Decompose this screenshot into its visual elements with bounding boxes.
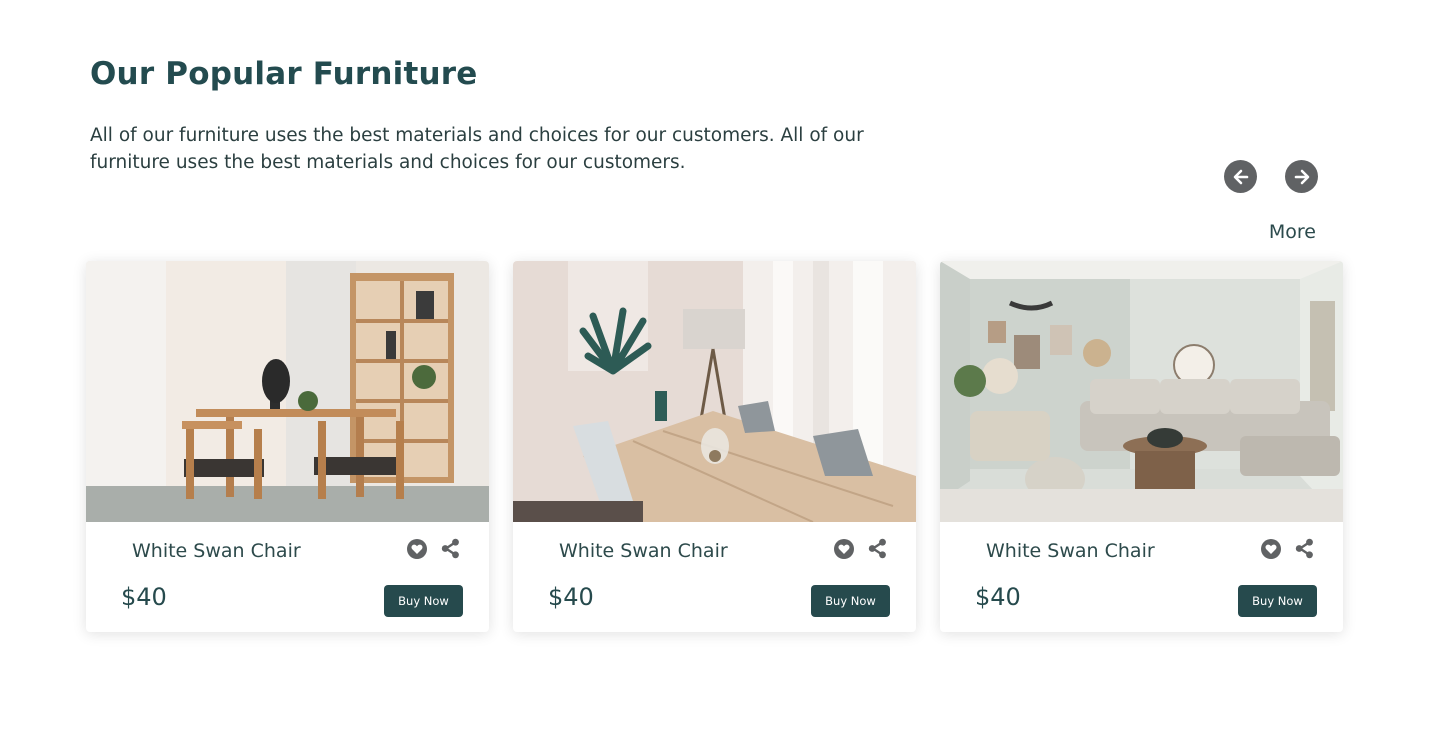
carousel-next-button[interactable]: [1285, 160, 1318, 193]
more-link[interactable]: More: [1269, 221, 1316, 243]
arrow-left-icon: [1233, 169, 1248, 184]
product-card: White Swan Chair $40 Buy Now: [86, 261, 489, 632]
product-card: White Swan Chair $40 Buy Now: [513, 261, 916, 632]
product-name: White Swan Chair: [559, 540, 728, 562]
heart-icon[interactable]: [834, 539, 854, 559]
product-image: [940, 261, 1343, 522]
heart-icon[interactable]: [407, 539, 427, 559]
heart-icon[interactable]: [1261, 539, 1281, 559]
carousel-prev-button[interactable]: [1224, 160, 1257, 193]
buy-now-button[interactable]: Buy Now: [811, 585, 890, 617]
share-icon[interactable]: [867, 538, 888, 559]
product-price: $40: [121, 583, 167, 611]
share-icon[interactable]: [440, 538, 461, 559]
product-price: $40: [975, 583, 1021, 611]
product-card: White Swan Chair $40 Buy Now: [940, 261, 1343, 632]
buy-now-button[interactable]: Buy Now: [1238, 585, 1317, 617]
buy-now-button[interactable]: Buy Now: [384, 585, 463, 617]
product-image: [86, 261, 489, 522]
product-price: $40: [548, 583, 594, 611]
arrow-right-icon: [1294, 169, 1309, 184]
product-image: [513, 261, 916, 522]
product-name: White Swan Chair: [132, 540, 301, 562]
product-name: White Swan Chair: [986, 540, 1155, 562]
section-description: All of our furniture uses the best mater…: [90, 125, 864, 173]
section-title: Our Popular Furniture: [90, 56, 478, 92]
share-icon[interactable]: [1294, 538, 1315, 559]
